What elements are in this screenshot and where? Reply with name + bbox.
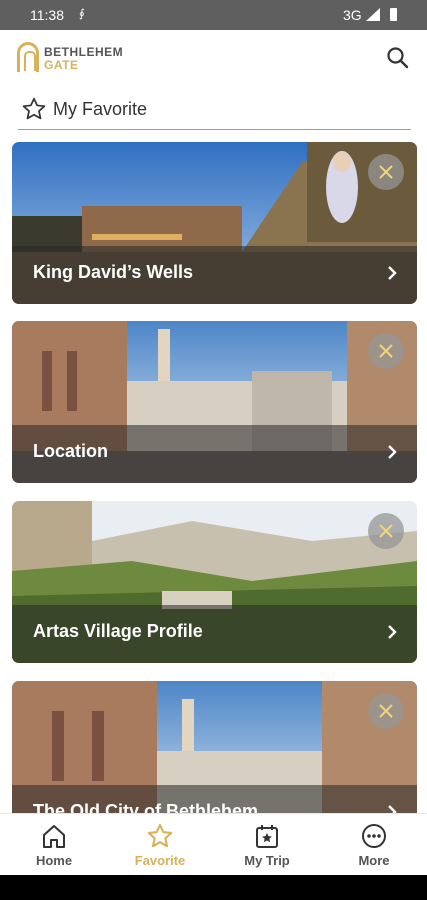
nav-my-trip-label: My Trip — [244, 853, 290, 868]
section-title: My Favorite — [53, 99, 148, 119]
close-icon — [379, 524, 393, 538]
favorite-card[interactable]: King David’s Wells — [12, 142, 417, 304]
nav-my-trip[interactable]: My Trip — [217, 814, 317, 876]
remove-favorite-button[interactable] — [368, 333, 404, 369]
remove-favorite-button[interactable] — [368, 513, 404, 549]
chevron-right-icon — [388, 625, 397, 639]
status-time: 11:38 — [30, 7, 64, 23]
home-icon — [43, 825, 65, 848]
card-title: King David’s Wells — [33, 262, 194, 282]
card-title: Artas Village Profile — [33, 621, 203, 641]
nav-favorite[interactable]: Favorite — [110, 814, 210, 876]
search-button[interactable] — [384, 44, 412, 72]
close-icon — [379, 704, 393, 718]
remove-favorite-button[interactable] — [368, 154, 404, 190]
nav-home-label: Home — [35, 853, 73, 868]
favorites-header: My Favorite — [18, 92, 411, 130]
star-outline-icon — [22, 97, 46, 120]
star-icon — [147, 823, 173, 848]
chevron-right-icon — [388, 266, 397, 280]
system-navigation-bar — [0, 875, 427, 900]
favorite-card[interactable]: Location — [12, 321, 417, 483]
remove-favorite-button[interactable] — [368, 693, 404, 729]
card-title: Location — [33, 441, 108, 461]
favorite-card[interactable]: Artas Village Profile — [12, 501, 417, 663]
logo-text-line1: BETHLEHEM — [44, 45, 124, 59]
nav-home[interactable]: Home — [4, 814, 104, 876]
close-icon — [379, 344, 393, 358]
calendar-star-icon — [256, 825, 278, 848]
more-icon — [362, 824, 386, 848]
chevron-right-icon — [388, 445, 397, 459]
nav-more[interactable]: More — [324, 814, 424, 876]
battery-icon — [390, 8, 397, 21]
app-header: BETHLEHEM GATE — [0, 30, 427, 86]
status-bar: 11:38 ∮ 3G — [0, 0, 427, 30]
vibrate-icon: ∮ — [79, 8, 85, 20]
app-logo: BETHLEHEM GATE — [17, 42, 137, 74]
nav-more-label: More — [358, 853, 390, 868]
logo-text-line2: GATE — [44, 58, 79, 72]
close-icon — [379, 165, 393, 179]
signal-icon — [366, 8, 380, 21]
network-type: 3G — [343, 7, 362, 23]
search-icon — [387, 47, 409, 69]
bottom-navigation: Home Favorite My Trip More — [0, 813, 427, 875]
nav-favorite-label: Favorite — [134, 853, 186, 868]
gate-arch-icon — [17, 42, 39, 72]
